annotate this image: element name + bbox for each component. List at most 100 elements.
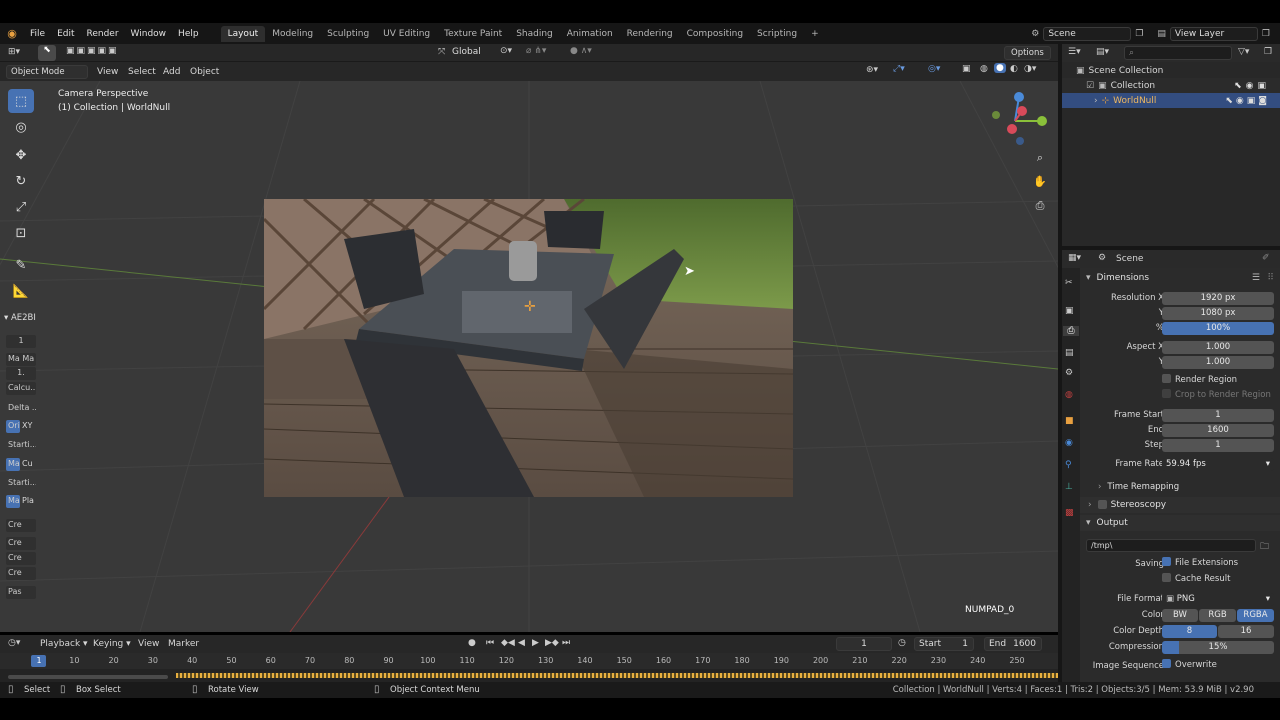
data-tab-icon[interactable]: ⊥ [1065,482,1073,492]
visibility-icon[interactable]: ⊛▾ [866,65,878,75]
prev-keyframe-icon[interactable]: ◆◀ [501,638,515,648]
cache-result-checkbox[interactable]: Cache Result [1162,573,1230,584]
outliner-row-worldnull[interactable]: › ⊹ WorldNull ⬉◉▣◙ [1062,93,1280,108]
constraints-tab-icon[interactable]: ⚲ [1065,460,1072,470]
npanel-field[interactable]: Calcu... [6,382,36,395]
scene-selector[interactable]: Scene [1043,26,1132,41]
zoom-icon[interactable]: ⌕ [1032,151,1048,167]
annotate-tool-icon[interactable]: ✎ [8,253,34,277]
start-frame-field[interactable]: Start 1 [914,637,974,651]
tab-uv-editing[interactable]: UV Editing [376,26,437,42]
menu-add[interactable]: Add [163,67,180,77]
frame-start-field[interactable]: 1 [1162,409,1274,422]
timeline-scrollbar[interactable] [8,675,168,679]
new-collection-icon[interactable]: ❐ [1264,47,1272,57]
file-format-dropdown[interactable]: ▣ PNG ▾ [1162,593,1274,606]
menu-window[interactable]: Window [125,29,173,39]
npanel-field[interactable]: Ma Ma [6,353,36,366]
render-region-checkbox[interactable]: Render Region [1080,374,1280,389]
color-depth-8-button[interactable]: 8 [1162,625,1217,638]
mode-selector[interactable]: Object Mode [6,65,88,79]
display-mode-icon[interactable]: ▤▾ [1096,47,1109,57]
timeline[interactable]: 1 10 20 30 40 50 60 70 80 90 100 110 120 130 140 150 160… [0,653,1058,682]
file-extensions-checkbox[interactable]: File Extensions [1162,557,1238,568]
restriction-icons[interactable]: ⬉◉▣◙ [1225,96,1270,106]
scale-tool-icon[interactable]: ⤢ [8,195,34,219]
editor-type-icon[interactable]: ◷▾ [8,638,20,648]
clock-icon[interactable]: ◷ [898,638,906,648]
aspect-y-field[interactable]: 1.000 [1162,356,1274,369]
physics-tab-icon[interactable]: ◉ [1065,438,1073,448]
editor-type-icon[interactable]: ⊞▾ [8,47,20,57]
record-icon[interactable]: ● [468,638,476,648]
jump-end-icon[interactable]: ⏭ [562,638,570,648]
orientation-selector[interactable]: Global [452,47,481,57]
shading-material-icon[interactable]: ◐ [1010,64,1018,74]
checkbox-icon[interactable]: ☑ [1086,81,1094,91]
select-tool-icon[interactable]: ⬉ [38,45,56,61]
view-layer-tab-icon[interactable]: ▤ [1065,348,1074,358]
view-layer-copy-icon[interactable]: ❐ [1262,29,1270,39]
menu-view[interactable]: View [138,639,159,649]
end-frame-field[interactable]: End 1600 [984,637,1042,651]
scene-icon[interactable]: ⚙ [1031,29,1039,39]
color-rgba-button[interactable]: RGBA [1237,609,1274,622]
overwrite-checkbox[interactable]: Overwrite [1162,659,1217,670]
filter-icon[interactable]: ▽▾ [1238,47,1249,57]
menu-select[interactable]: Select [128,67,156,77]
npanel-toggle[interactable]: Pla [22,496,34,505]
npanel-toggle[interactable]: Ori [6,420,20,433]
color-rgb-button[interactable]: RGB [1199,609,1236,622]
shading-wireframe-icon[interactable]: ◍ [980,64,988,74]
view-layer-icon[interactable]: ▤ [1157,29,1166,39]
output-tab-icon[interactable]: ⎙ [1063,326,1079,336]
tab-modeling[interactable]: Modeling [265,26,320,42]
tab-sculpting[interactable]: Sculpting [320,26,376,42]
menu-file[interactable]: File [24,29,51,39]
tab-shading[interactable]: Shading [509,26,560,42]
blender-logo-icon[interactable]: ◉ [0,27,24,40]
resolution-x-field[interactable]: 1920 px [1162,292,1274,305]
xray-icon[interactable]: ▣ [962,64,971,74]
play-icon[interactable]: ▶ [532,638,539,648]
pan-hand-icon[interactable]: ✋ [1032,175,1048,191]
current-frame-field[interactable]: 1 [836,637,892,651]
npanel-button[interactable]: Cre [6,537,36,550]
crop-region-checkbox[interactable]: Crop to Render Region [1080,389,1280,404]
pin-icon[interactable]: ✐ [1262,253,1270,263]
next-keyframe-icon[interactable]: ▶◆ [545,638,559,648]
npanel-button[interactable]: Cre [6,519,36,532]
render-tab-icon[interactable]: ▣ [1065,306,1074,316]
stereoscopy-panel-header[interactable]: › Stereoscopy [1080,497,1280,513]
list-icon[interactable]: ☰ [1252,273,1260,283]
scene-copy-icon[interactable]: ❐ [1135,29,1143,39]
gizmo-toggle-icon[interactable]: ⤢▾ [893,64,905,74]
pivot-icon[interactable]: ⊙▾ [500,46,512,56]
shading-rendered-icon[interactable]: ◑▾ [1024,64,1036,74]
menu-help[interactable]: Help [172,29,205,39]
menu-keying[interactable]: Keying ▾ [93,639,131,649]
menu-marker[interactable]: Marker [168,639,199,649]
tab-animation[interactable]: Animation [560,26,620,42]
outliner-row-collection[interactable]: ☑ ▣ Collection ⬉◉▣ [1062,78,1280,93]
3d-viewport[interactable]: ⬚ ◎ ✥ ↻ ⤢ ⊡ ✎ 📐 ▾ AE2BI 1 Ma Ma 1. Calcu… [0,81,1058,632]
navigation-gizmo[interactable] [988,91,1050,151]
tab-compositing[interactable]: Compositing [680,26,750,42]
menu-render[interactable]: Render [81,29,125,39]
tab-layout[interactable]: Layout [220,25,266,42]
texture-tab-icon[interactable]: ▩ [1065,508,1074,518]
npanel-toggle[interactable]: Ma [6,458,20,471]
object-tab-icon[interactable]: ■ [1065,416,1074,426]
menu-playback[interactable]: Playback ▾ [40,639,88,649]
editor-type-icon[interactable]: ▦▾ [1068,253,1081,263]
play-reverse-icon[interactable]: ◀ [518,638,525,648]
scene-tab-icon[interactable]: ⚙ [1065,368,1073,378]
measure-tool-icon[interactable]: 📐 [8,279,34,303]
tab-rendering[interactable]: Rendering [620,26,680,42]
tool-tab-icon[interactable]: ✂ [1065,278,1073,288]
transform-tool-icon[interactable]: ⊡ [8,221,34,245]
select-mode-icons[interactable]: ▣▣▣▣▣ [66,46,119,56]
expand-icon[interactable]: › [1094,96,1098,106]
editor-type-icon[interactable]: ☰▾ [1068,47,1081,57]
world-tab-icon[interactable]: ◍ [1065,390,1073,400]
